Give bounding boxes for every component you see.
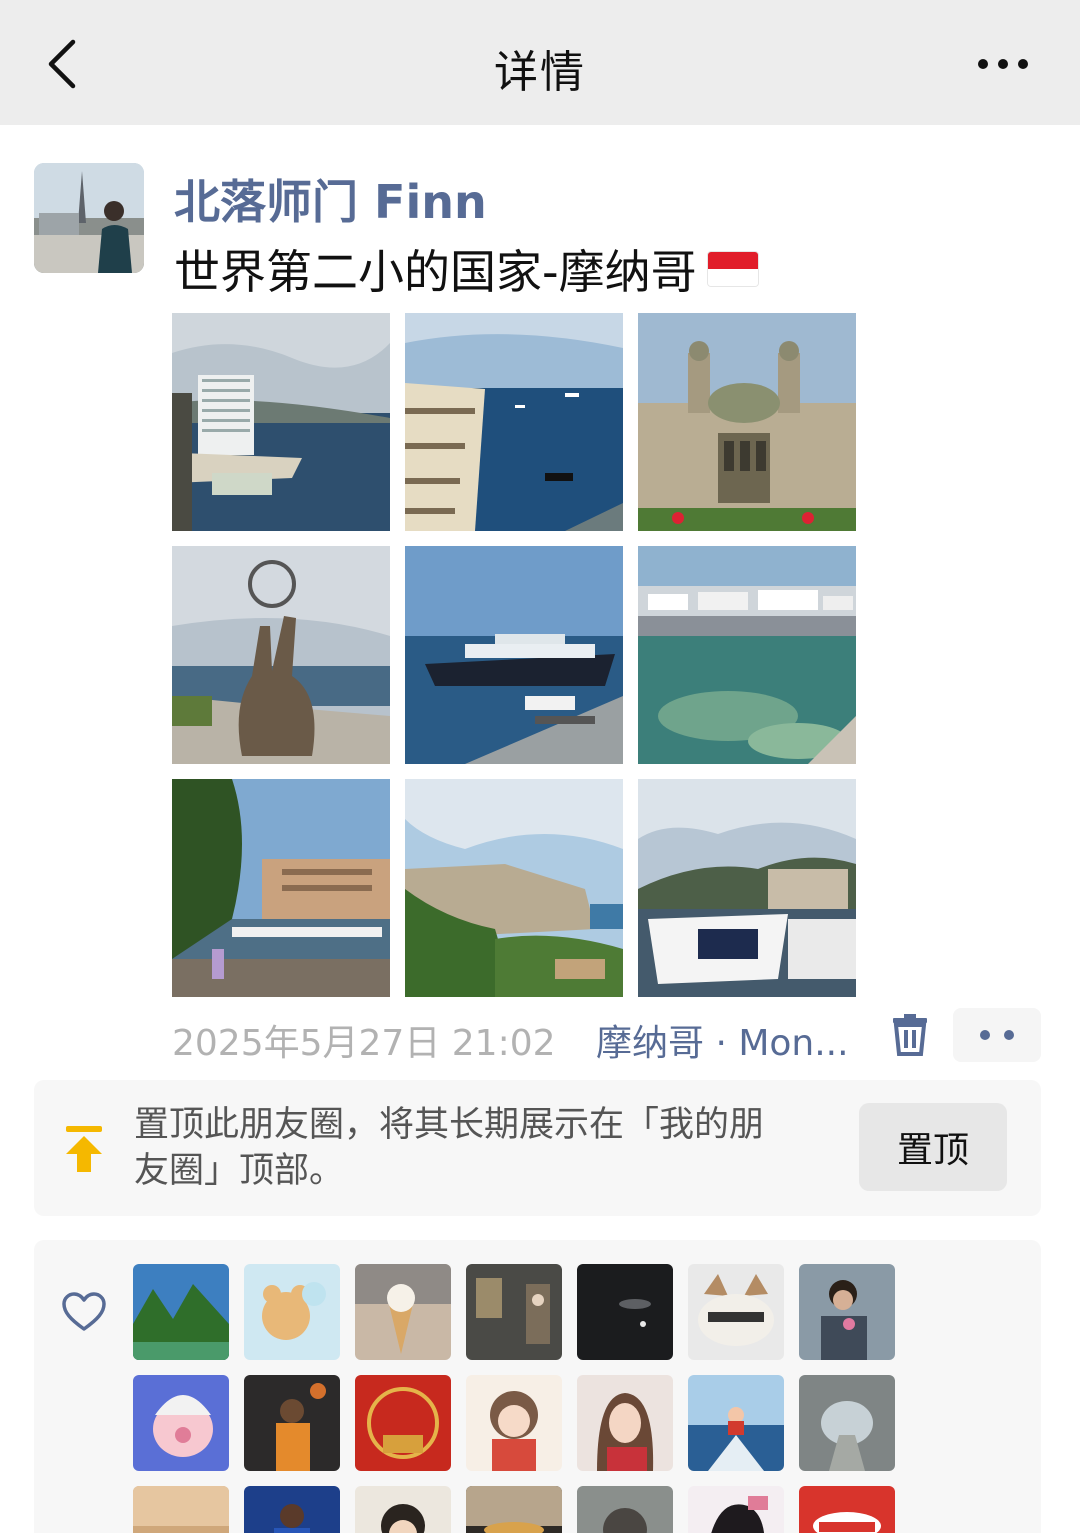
liker-avatar[interactable] [133,1375,229,1471]
post-timestamp: 2025年5月27日 21:02 [172,1023,556,1064]
photo-balcony-sea[interactable] [405,313,623,531]
liker-avatars [133,1264,913,1533]
liker-avatar[interactable] [466,1375,562,1471]
liker-avatar[interactable] [577,1486,673,1533]
liker-avatar[interactable] [466,1264,562,1360]
liker-avatar[interactable] [577,1375,673,1471]
liker-avatar[interactable] [244,1375,340,1471]
heart-outline-icon [62,1292,106,1331]
post-caption: 世界第二小的国家-摩纳哥 [174,245,697,299]
pin-top-icon [66,1126,102,1172]
photo-grid [172,313,856,997]
monaco-flag-icon [706,251,759,287]
liker-avatar[interactable] [799,1486,895,1533]
liker-avatar[interactable] [577,1264,673,1360]
liker-avatar[interactable] [133,1264,229,1360]
liker-avatar[interactable] [799,1264,895,1360]
navigation-bar: 详情 [0,0,1080,125]
pin-button[interactable]: 置顶 [859,1103,1007,1191]
photo-casino-building[interactable] [638,313,856,531]
more-button[interactable] [968,44,1038,84]
liker-avatar[interactable] [688,1264,784,1360]
trash-icon [893,1014,927,1056]
post-meta: 2025年5月27日 21:02 摩纳哥 · Mon... [172,1008,1042,1064]
liker-avatar[interactable] [466,1486,562,1533]
photo-hand-sculpture[interactable] [172,546,390,764]
photo-boat-harbor[interactable] [638,779,856,997]
author-name[interactable]: 北落师门 Finn [174,166,487,232]
photo-cruise-ship[interactable] [405,546,623,764]
liker-avatar[interactable] [355,1375,451,1471]
liker-avatar[interactable] [133,1486,229,1533]
liker-avatar[interactable] [244,1486,340,1533]
post-text: 世界第二小的国家-摩纳哥 [174,236,759,302]
liker-avatar[interactable] [355,1486,451,1533]
post-location[interactable]: 摩纳哥 · Mon... [596,1014,849,1066]
comment-button[interactable] [953,1008,1041,1062]
pin-description: 置顶此朋友圈，将其长期展示在「我的朋友圈」顶部。 [134,1105,765,1191]
likes-card [34,1240,1041,1533]
photo-highrise-harbor[interactable] [172,313,390,531]
delete-button[interactable] [890,1014,930,1056]
author-avatar[interactable] [34,163,144,273]
photo-rock-cliff[interactable] [405,779,623,997]
page-title: 详情 [494,47,586,98]
liker-avatar[interactable] [244,1264,340,1360]
comment-dots-icon [980,1030,1014,1040]
liker-avatar[interactable] [688,1375,784,1471]
photo-marina-yachts[interactable] [638,546,856,764]
more-dots-icon [978,59,1028,69]
pin-card: 置顶此朋友圈，将其长期展示在「我的朋友圈」顶部。 置顶 [34,1080,1041,1216]
liker-avatar[interactable] [688,1486,784,1533]
liker-avatar[interactable] [355,1264,451,1360]
liker-avatar[interactable] [799,1375,895,1471]
photo-port-view[interactable] [172,779,390,997]
